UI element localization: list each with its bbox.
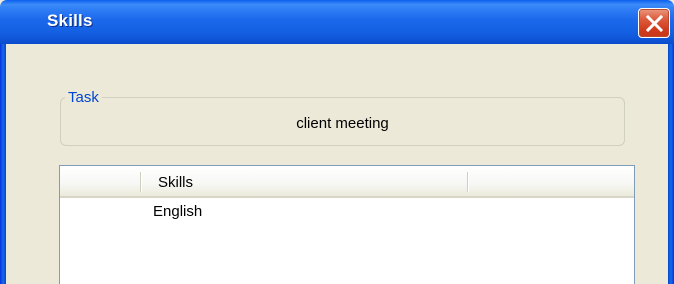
close-button[interactable] [638,8,670,38]
list-row[interactable]: English [60,201,634,223]
close-x-icon [645,14,664,33]
skills-dialog: Skills Task client meeting Skills Englis… [0,0,674,284]
title-bar[interactable]: Skills [0,0,674,44]
window-frame-left [0,44,6,284]
column-divider[interactable] [467,172,468,192]
task-name-value: client meeting [296,115,389,132]
window-title: Skills [47,11,93,30]
column-divider[interactable] [140,172,141,192]
column-header-skills[interactable]: Skills [158,174,193,191]
task-group-label: Task [65,89,102,106]
list-header: Skills [60,166,634,198]
skill-cell: English [153,203,203,220]
skills-list[interactable]: Skills English [59,165,635,284]
window-frame-right [668,44,674,284]
